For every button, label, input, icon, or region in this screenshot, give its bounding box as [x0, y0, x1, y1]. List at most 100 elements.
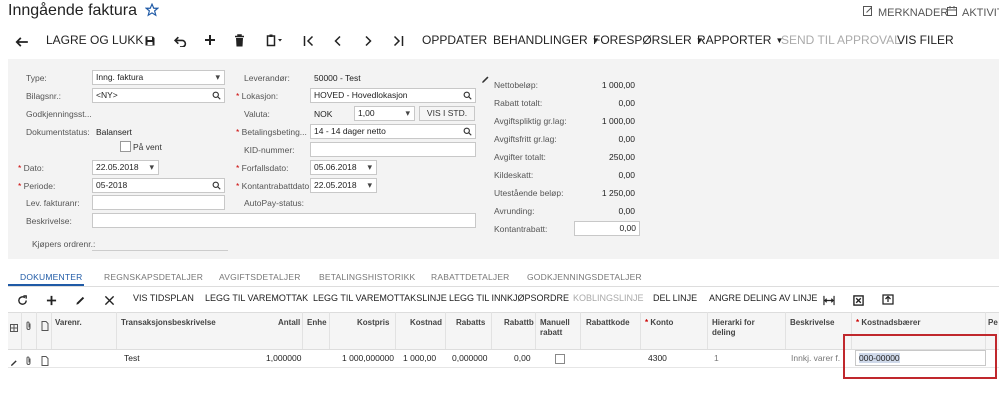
search-icon[interactable]	[463, 127, 472, 138]
col-disc-pct[interactable]: Rabatts	[456, 318, 485, 328]
inquiries-menu[interactable]: FORESPØRSLER ▼	[593, 33, 704, 47]
search-icon[interactable]	[212, 181, 221, 192]
export-excel-icon[interactable]	[853, 293, 864, 311]
cell-qty[interactable]: 1,000000	[266, 353, 301, 363]
col-more[interactable]: Pe	[988, 318, 998, 328]
cell-description[interactable]: Innkj. varer f.	[791, 353, 840, 363]
kid-label: KID-nummer:	[244, 145, 295, 155]
col-uom[interactable]: Enhe	[307, 318, 327, 328]
notes-button[interactable]: MERKNADER	[862, 5, 948, 20]
tab-documents[interactable]: DOKUMENTER	[20, 272, 82, 282]
total-label: Avrunding:	[494, 206, 535, 216]
currency-rate-field[interactable]: 1,00	[354, 106, 415, 121]
status-value: Balansert	[96, 127, 132, 137]
tab-tax-details[interactable]: AVGIFTSDETALJER	[219, 272, 301, 282]
link-line-button[interactable]: KOBLINGSLINJE	[573, 293, 644, 303]
vendor-ref-field[interactable]	[92, 195, 225, 210]
period-field[interactable]: 05-2018	[92, 178, 225, 193]
total-label: Utestående beløp:	[494, 188, 564, 198]
row-attachment-icon[interactable]	[25, 353, 32, 371]
activities-button[interactable]: AKTIVITET	[946, 5, 999, 20]
edit-icon[interactable]	[481, 71, 490, 89]
previous-record-icon[interactable]	[333, 35, 342, 47]
col-unit-cost[interactable]: Kostpris	[357, 318, 389, 328]
ref-number-field[interactable]: <NY>	[92, 88, 225, 103]
col-qty[interactable]: Antall	[278, 318, 300, 328]
type-select[interactable]: Inng. faktura	[92, 70, 225, 85]
col-disc-amt[interactable]: Rabattb	[504, 318, 534, 328]
favorite-star-icon[interactable]	[144, 2, 160, 22]
total-label: Avgiftsfritt gr.lag:	[494, 134, 557, 144]
col-hierarchy[interactable]: Hierarki for deling	[712, 318, 770, 338]
cell-ext-cost[interactable]: 1 000,00	[403, 353, 436, 363]
actions-menu[interactable]: BEHANDLINGER ▼	[493, 33, 600, 47]
tab-approval-details[interactable]: GODKJENNINGSDETALJER	[527, 272, 642, 282]
delete-icon[interactable]	[234, 34, 245, 47]
view-schedule-button[interactable]: VIS TIDSPLAN	[133, 293, 194, 303]
search-icon[interactable]	[212, 91, 221, 102]
cell-account[interactable]: 4300	[648, 353, 667, 363]
back-icon[interactable]	[15, 36, 29, 48]
total-value: 1 000,00	[601, 80, 635, 90]
location-field[interactable]: HOVED - Hovedlokasjon	[310, 88, 476, 103]
delete-row-icon[interactable]	[104, 293, 115, 311]
add-icon[interactable]	[204, 34, 216, 46]
col-trans-desc[interactable]: Transaksjonsbeskrivelse	[121, 318, 216, 328]
refresh-icon[interactable]	[17, 293, 28, 311]
row-settings-icon[interactable]	[10, 319, 18, 337]
row-note-icon[interactable]	[41, 353, 49, 371]
cash-discount-field[interactable]: 0,00	[574, 221, 640, 236]
cell-hierarchy[interactable]: 1	[714, 353, 719, 363]
send-approval-button[interactable]: SEND TIL APPROVAL	[781, 33, 901, 47]
tab-payment-history[interactable]: BETALINGSHISTORIKK	[319, 272, 415, 282]
total-value: 0,00	[618, 170, 635, 180]
date-field[interactable]: 22.05.2018	[92, 160, 159, 175]
add-po-button[interactable]: LEGG TIL INNKJØPSORDRE	[449, 293, 569, 303]
save-close-button[interactable]: LAGRE OG LUKK	[46, 33, 143, 47]
tab-discount-details[interactable]: RABATTDETALJER	[431, 272, 510, 282]
cell-disc-pct[interactable]: 0,000000	[452, 353, 487, 363]
cell-trans-desc[interactable]: Test	[124, 353, 140, 363]
terms-field[interactable]: 14 - 14 dager netto	[310, 124, 476, 139]
due-date-label: * Forfallsdato:	[236, 163, 289, 173]
description-field[interactable]	[92, 213, 476, 228]
row-edit-icon[interactable]	[10, 354, 18, 372]
total-label: Avgiftspliktig gr.lag:	[494, 116, 567, 126]
col-disc-code[interactable]: Rabattkode	[586, 318, 630, 328]
next-record-icon[interactable]	[364, 35, 373, 47]
search-icon[interactable]	[463, 91, 472, 102]
add-receipt-line-button[interactable]: LEGG TIL VAREMOTTAKSLINJE	[313, 293, 447, 303]
col-manual-disc[interactable]: Manuell rabatt	[540, 318, 576, 338]
cell-unit-cost[interactable]: 1 000,000000	[342, 353, 394, 363]
update-button[interactable]: OPPDATER	[422, 33, 487, 47]
add-receipt-button[interactable]: LEGG TIL VAREMOTTAK	[205, 293, 308, 303]
split-line-button[interactable]: DEL LINJE	[653, 293, 697, 303]
add-row-icon[interactable]	[46, 293, 57, 311]
first-record-icon[interactable]	[303, 35, 314, 47]
last-record-icon[interactable]	[393, 35, 404, 47]
col-divider	[640, 312, 641, 349]
upload-icon[interactable]	[882, 292, 894, 310]
undo-icon[interactable]	[174, 35, 187, 47]
col-item[interactable]: Varenr.	[55, 318, 82, 328]
cell-manual-disc-checkbox[interactable]	[555, 354, 565, 364]
col-ext-cost[interactable]: Kostnad	[410, 318, 442, 328]
view-base-button[interactable]: VIS I STD.	[419, 106, 475, 121]
col-description[interactable]: Beskrivelse	[790, 318, 834, 328]
copy-paste-icon[interactable]	[266, 34, 284, 47]
reports-menu[interactable]: RAPPORTER ▼	[697, 33, 783, 47]
due-date-field[interactable]: 05.06.2018	[310, 160, 377, 175]
cell-disc-amt[interactable]: 0,00	[514, 353, 531, 363]
edit-row-icon[interactable]	[75, 293, 86, 311]
save-icon[interactable]	[144, 35, 156, 47]
total-value: 1 000,00	[601, 116, 635, 126]
fit-columns-icon[interactable]	[823, 293, 835, 311]
col-account[interactable]: * Konto	[645, 318, 673, 328]
cash-discount-date-field[interactable]: 22.05.2018	[310, 178, 377, 193]
undo-split-button[interactable]: ANGRE DELING AV LINJE	[709, 293, 817, 303]
tab-accounting-details[interactable]: REGNSKAPSDETALJER	[104, 272, 203, 282]
on-hold-checkbox[interactable]	[120, 141, 131, 152]
kid-field[interactable]	[310, 142, 476, 157]
view-files-button[interactable]: VIS FILER	[897, 33, 954, 47]
col-cost-center[interactable]: * Kostnadsbærer	[856, 318, 920, 328]
